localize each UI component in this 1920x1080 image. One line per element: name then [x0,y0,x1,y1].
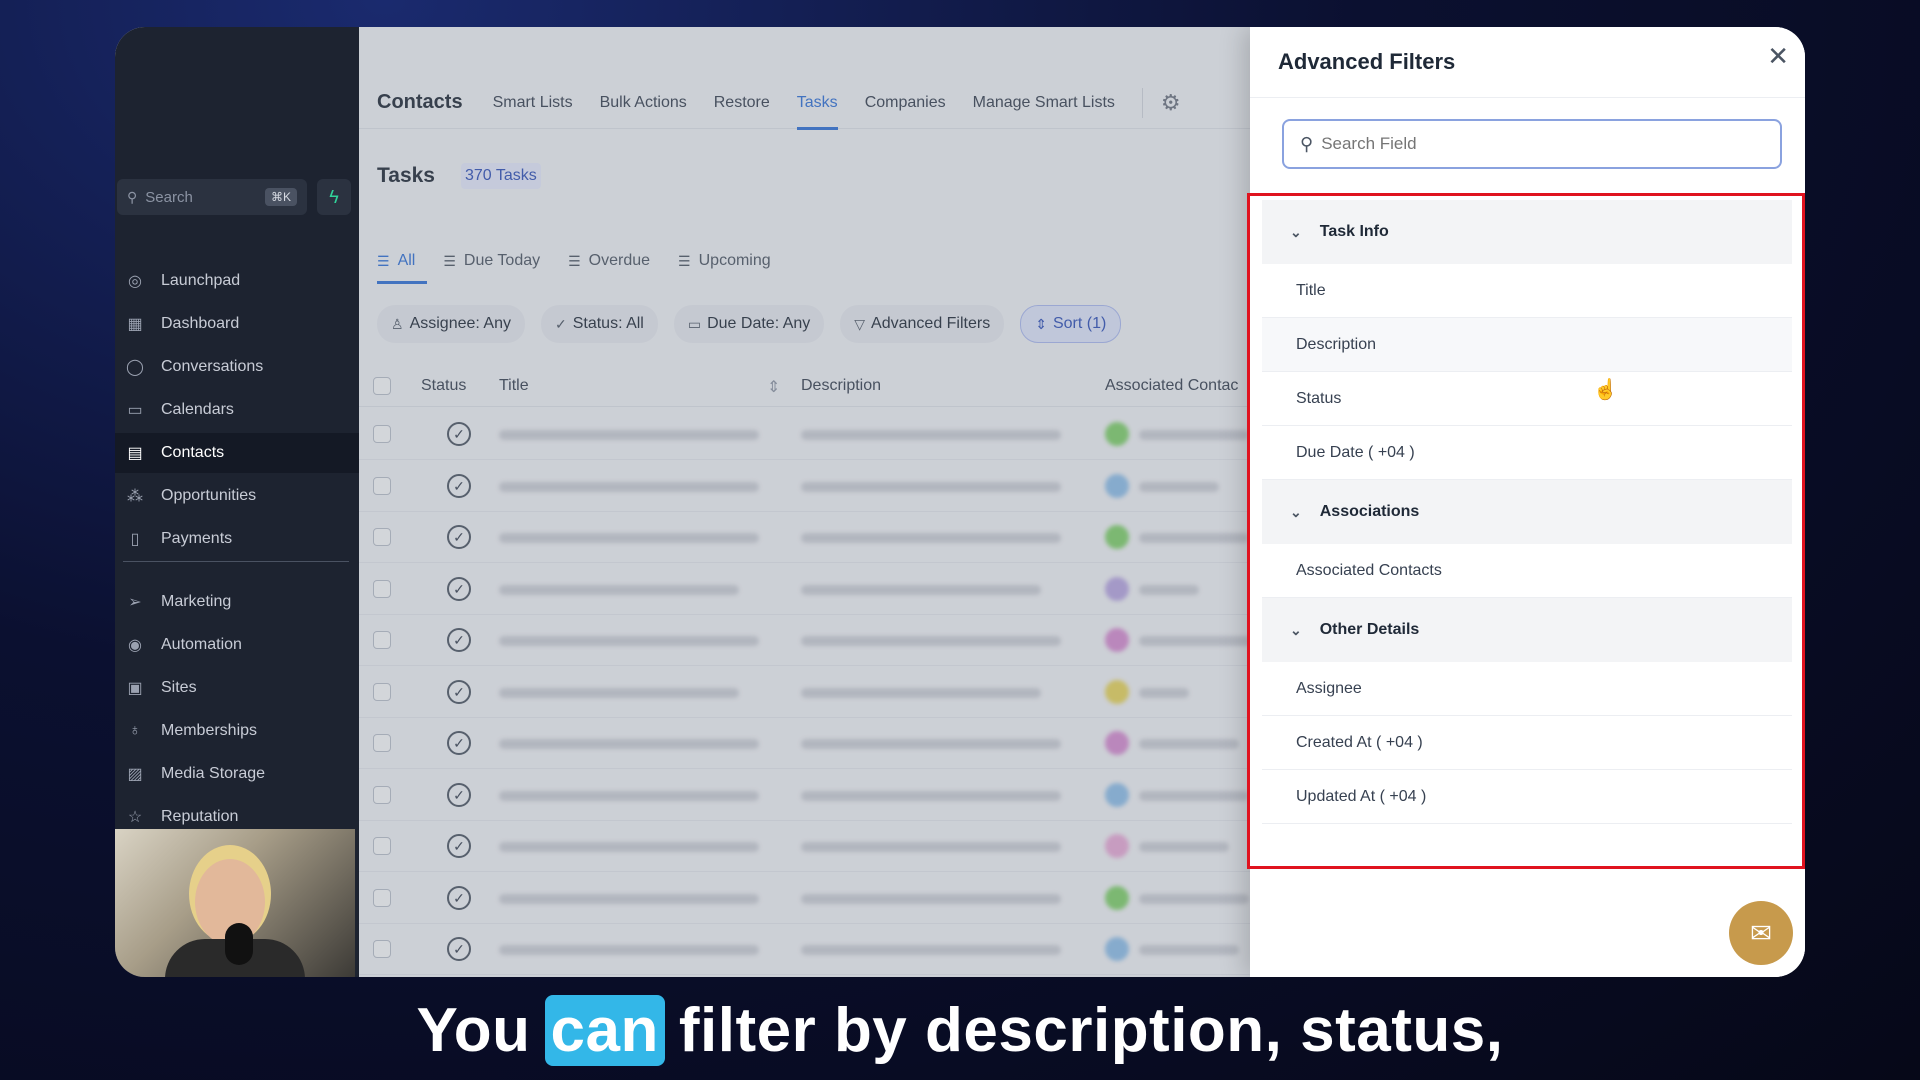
field-search-box: ⚲ [1282,119,1782,169]
sidebar-search-placeholder: Search [145,188,193,206]
dashboard-icon: ▦ [127,316,143,333]
send-icon: ➢ [128,594,142,611]
sidebar-item-sites[interactable]: ▣ Sites [115,668,359,708]
chat-widget-button[interactable]: ✉ [1729,901,1793,965]
close-icon[interactable]: ✕ [1767,41,1789,72]
search-icon: ⚲ [1300,133,1314,154]
caption-before: You [416,995,531,1065]
sidebar-item-label: Memberships [161,722,258,739]
sidebar-divider [123,561,349,562]
sidebar-item-marketing[interactable]: ➢ Marketing [115,582,359,622]
sidebar-item-opportunities[interactable]: ⁂ Opportunities [115,476,359,516]
video-caption: You can filter by description, status, [0,990,1920,1070]
sidebar-item-label: Reputation [161,808,239,825]
caption-after: filter by description, status, [678,995,1504,1065]
contacts-icon: ▤ [127,445,143,462]
chat-icon: ✉ [1750,917,1772,948]
automation-icon: ◉ [128,637,142,654]
sidebar-item-label: Dashboard [161,315,240,332]
sidebar-item-label: Launchpad [161,272,241,289]
drawer-title: Advanced Filters [1278,49,1456,74]
search-icon: ⚲ [127,188,138,205]
sidebar-item-calendars[interactable]: ▭ Calendars [115,390,359,430]
star-icon: ☆ [127,809,143,826]
sidebar-item-media-storage[interactable]: ▨ Media Storage [115,754,359,794]
payments-icon: ▯ [130,531,140,548]
bolt-icon: ϟ [329,186,339,207]
sidebar-item-label: Marketing [161,593,232,610]
sidebar-item-label: Media Storage [161,765,266,782]
sidebar-item-payments[interactable]: ▯ Payments [115,519,359,559]
app-window: ⚲ Search ⌘K ϟ ◎ Launchpad ▦ Dashboard ◯ Conve… [115,27,1805,977]
drawer-divider [1250,97,1805,98]
membership-icon: ♁ [129,722,141,739]
sidebar-item-label: Conversations [161,358,264,375]
sidebar-item-automation[interactable]: ◉ Automation [115,625,359,665]
rocket-icon: ◎ [128,273,142,290]
caption-highlight: can [544,994,665,1066]
highlight-annotation-box [1247,193,1805,869]
sidebar-item-launchpad[interactable]: ◎ Launchpad [115,261,359,301]
quick-action-button[interactable]: ϟ [317,179,351,215]
sidebar-item-label: Automation [161,636,242,653]
sidebar-item-label: Sites [161,679,197,696]
field-search-input[interactable] [1321,134,1742,154]
opportunities-icon: ⁂ [127,488,143,505]
shortcut-badge: ⌘K [264,188,297,206]
sidebar-item-conversations[interactable]: ◯ Conversations [115,347,359,387]
sidebar: ⚲ Search ⌘K ϟ ◎ Launchpad ▦ Dashboard ◯ Conve… [115,27,359,977]
webcam-overlay [115,829,355,977]
sidebar-item-memberships[interactable]: ♁ Memberships [115,711,359,751]
calendar-icon: ▭ [127,402,143,419]
sidebar-item-dashboard[interactable]: ▦ Dashboard [115,304,359,344]
sidebar-item-contacts[interactable]: ▤ Contacts [115,433,359,473]
sites-icon: ▣ [127,680,143,697]
sidebar-item-label: Contacts [161,444,225,461]
sidebar-item-label: Payments [161,530,233,547]
sidebar-search[interactable]: ⚲ Search ⌘K [117,179,307,215]
media-icon: ▨ [127,766,143,783]
sidebar-item-label: Calendars [161,401,234,418]
chat-bubble-icon: ◯ [126,359,144,376]
pointer-cursor-icon: ☝ [1593,379,1618,401]
sidebar-item-label: Opportunities [161,487,257,504]
